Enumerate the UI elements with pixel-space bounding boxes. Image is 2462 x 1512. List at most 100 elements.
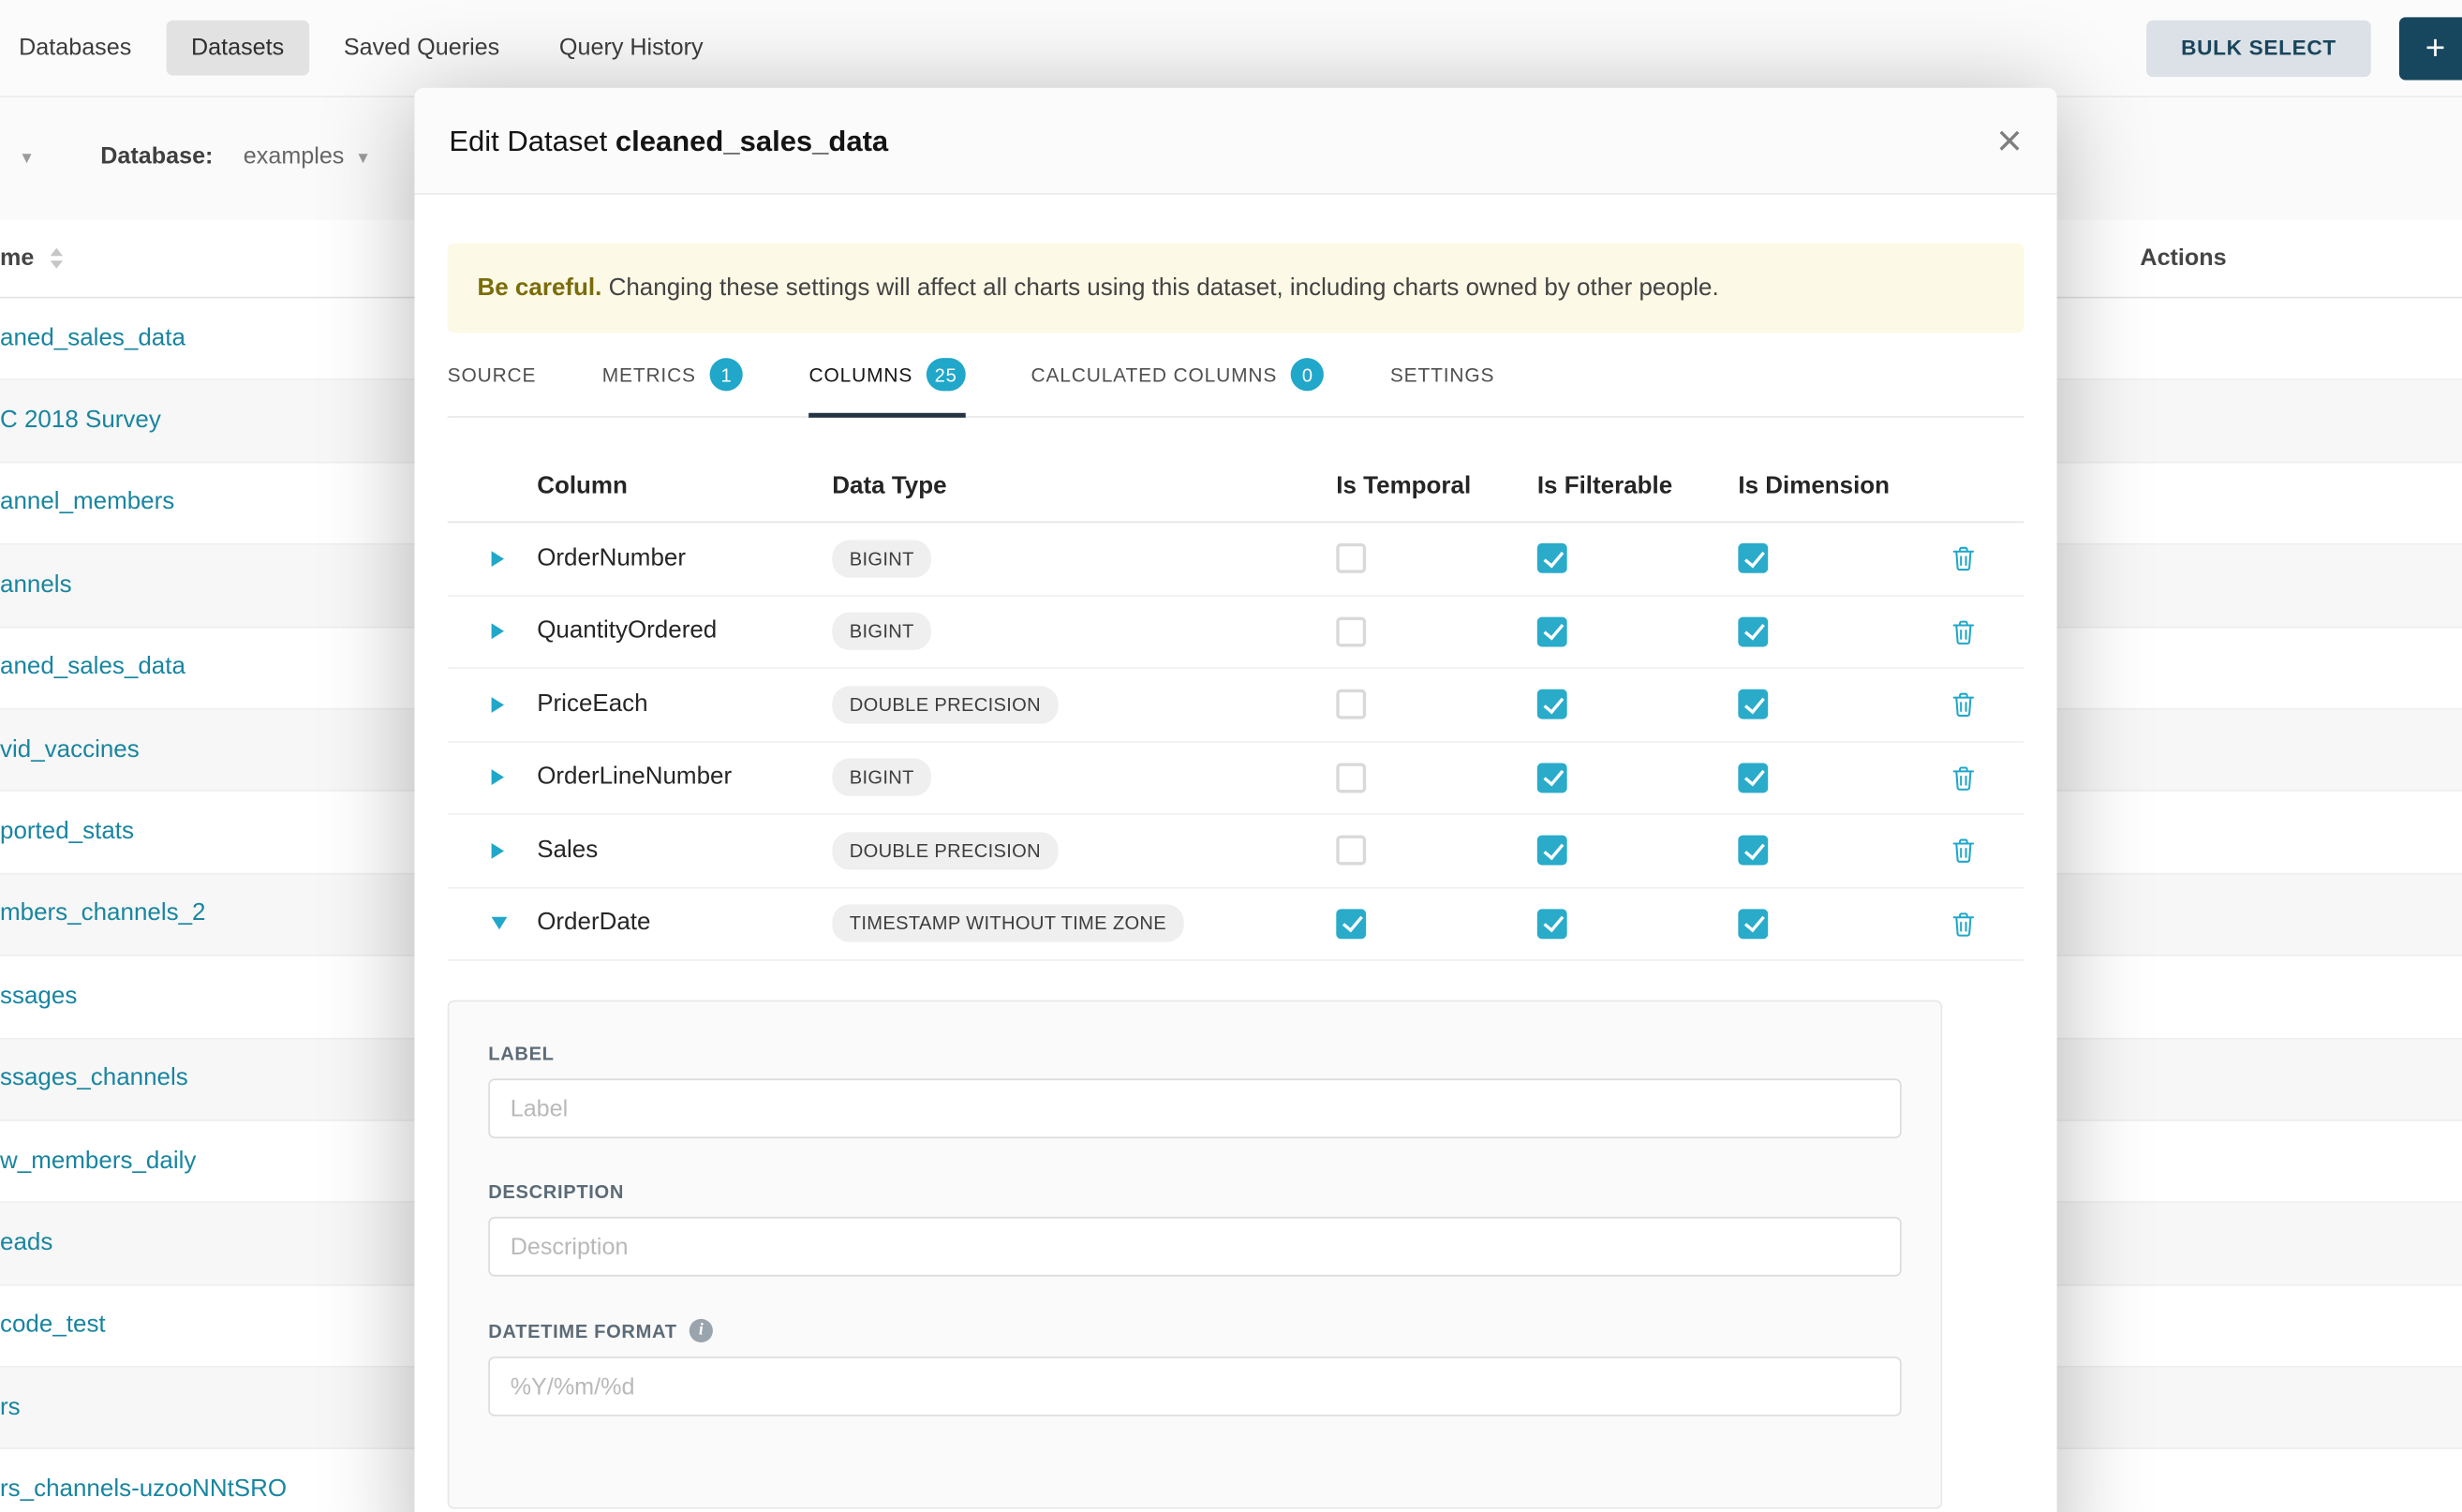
column-name: PriceEach xyxy=(537,690,832,719)
delete-column-icon[interactable] xyxy=(1951,618,1975,645)
is-temporal-checkbox[interactable] xyxy=(1336,616,1366,646)
datetime-format-input[interactable] xyxy=(488,1356,1901,1416)
dataset-link[interactable]: code_test xyxy=(0,1312,106,1340)
is-temporal-checkbox[interactable] xyxy=(1336,763,1366,793)
is-dimension-checkbox-cell xyxy=(1738,616,1939,646)
column-editor-panel: LABEL DESCRIPTION DATETIME FORMAT i xyxy=(448,1001,1943,1509)
caret-cell xyxy=(448,624,538,640)
expand-caret-icon[interactable] xyxy=(492,843,504,859)
dataset-link[interactable]: aned_sales_data xyxy=(0,654,185,682)
caret-cell xyxy=(448,770,538,786)
dataset-link[interactable]: ported_stats xyxy=(0,818,134,846)
dataset-link[interactable]: eads xyxy=(0,1229,52,1257)
delete-column-icon[interactable] xyxy=(1951,764,1975,791)
column-row-quantityordered: QuantityOrderedBIGINT xyxy=(448,596,2024,669)
database-filter-select[interactable]: examples ▾ xyxy=(244,143,368,170)
name-column-header[interactable]: me xyxy=(0,245,34,271)
dataset-link[interactable]: w_members_daily xyxy=(0,1147,196,1175)
dataset-link[interactable]: ssages xyxy=(0,983,77,1011)
modal-tab-calculated-columns[interactable]: CALCULATED COLUMNS0 xyxy=(1031,333,1324,416)
is-temporal-checkbox-cell xyxy=(1336,909,1537,939)
dataset-link[interactable]: annel_members xyxy=(0,489,174,517)
is-dimension-checkbox[interactable] xyxy=(1738,763,1768,793)
modal-tab-columns[interactable]: COLUMNS 25 xyxy=(809,333,966,416)
nav-tab-query-history[interactable]: Query History xyxy=(534,21,728,76)
dataset-link[interactable]: aned_sales_data xyxy=(0,324,185,352)
expand-caret-icon[interactable] xyxy=(492,624,504,640)
modal-title-prefix: Edit Dataset xyxy=(449,124,607,156)
is-filterable-checkbox-cell xyxy=(1537,763,1739,793)
datetime-format-field-label: DATETIME FORMAT i xyxy=(488,1319,1901,1342)
caret-cell xyxy=(448,917,538,929)
expand-caret-icon[interactable] xyxy=(492,770,504,786)
info-icon[interactable]: i xyxy=(690,1319,713,1342)
column-row-orderdate: OrderDateTIMESTAMP WITHOUT TIME ZONE xyxy=(448,888,2024,961)
expand-caret-icon[interactable] xyxy=(492,551,504,567)
dataset-link[interactable]: annels xyxy=(0,571,72,600)
modal-tab-metrics[interactable]: METRICS1 xyxy=(602,333,743,416)
column-row-sales: SalesDOUBLE PRECISION xyxy=(448,815,2024,888)
bulk-select-button[interactable]: BULK SELECT xyxy=(2146,20,2371,76)
tab-label: COLUMNS xyxy=(809,363,913,385)
nav-tabs: DatabasesDatasetsSaved QueriesQuery Hist… xyxy=(19,21,737,76)
is-filterable-checkbox-cell xyxy=(1537,909,1739,939)
data-type-pill: DOUBLE PRECISION xyxy=(832,832,1058,869)
is-dimension-checkbox[interactable] xyxy=(1738,616,1768,646)
sort-icon[interactable] xyxy=(50,248,62,269)
is-dimension-checkbox[interactable] xyxy=(1738,689,1768,719)
is-temporal-checkbox[interactable] xyxy=(1336,909,1366,939)
expand-caret-icon[interactable] xyxy=(492,697,504,713)
is-dimension-checkbox[interactable] xyxy=(1738,836,1768,866)
data-type-cell: BIGINT xyxy=(832,540,1336,577)
row-actions-cell xyxy=(1939,838,2024,864)
label-input[interactable] xyxy=(488,1078,1901,1138)
modal-tab-settings[interactable]: SETTINGS xyxy=(1390,333,1494,416)
add-dataset-button[interactable]: + xyxy=(2399,17,2462,80)
is-filterable-checkbox[interactable] xyxy=(1537,543,1567,573)
modal-body: Be careful. Changing these settings will… xyxy=(414,244,2056,1509)
delete-column-icon[interactable] xyxy=(1951,838,1975,864)
nav-tab-databases[interactable]: Databases xyxy=(0,21,156,76)
dataset-link[interactable]: C 2018 Survey xyxy=(0,407,161,435)
is-dimension-checkbox[interactable] xyxy=(1738,543,1768,573)
close-icon[interactable]: × xyxy=(1996,119,2022,163)
is-dimension-checkbox[interactable] xyxy=(1738,909,1768,939)
column-row-orderlinenumber: OrderLineNumberBIGINT xyxy=(448,742,2024,815)
is-temporal-checkbox[interactable] xyxy=(1336,689,1366,719)
delete-column-icon[interactable] xyxy=(1951,545,1975,571)
tab-count-badge: 25 xyxy=(927,358,965,391)
delete-column-icon[interactable] xyxy=(1951,911,1975,937)
datetime-format-label-text: DATETIME FORMAT xyxy=(488,1320,676,1342)
tab-label: METRICS xyxy=(602,363,696,385)
row-actions-cell xyxy=(1939,764,2024,791)
data-type-cell: DOUBLE PRECISION xyxy=(832,686,1336,723)
modal-tab-source[interactable]: SOURCE xyxy=(448,333,537,416)
dataset-link[interactable]: rs xyxy=(0,1394,21,1422)
columns-table-header: ColumnData TypeIs TemporalIs FilterableI… xyxy=(448,418,2024,523)
is-filterable-checkbox[interactable] xyxy=(1537,689,1567,719)
column-name: OrderLineNumber xyxy=(537,763,832,792)
nav-tab-saved-queries[interactable]: Saved Queries xyxy=(319,21,525,76)
dataset-link[interactable]: rs_channels-uzooNNtSRO xyxy=(0,1476,287,1505)
is-dimension-checkbox-cell xyxy=(1738,763,1939,793)
nav-tab-datasets[interactable]: Datasets xyxy=(166,21,309,76)
description-input[interactable] xyxy=(488,1217,1901,1277)
delete-column-icon[interactable] xyxy=(1951,691,1975,718)
data-type-cell: DOUBLE PRECISION xyxy=(832,832,1336,869)
data-type-pill: DOUBLE PRECISION xyxy=(832,686,1058,723)
is-filterable-checkbox[interactable] xyxy=(1537,836,1567,866)
is-temporal-checkbox[interactable] xyxy=(1336,543,1366,573)
label-field: LABEL xyxy=(488,1043,1901,1138)
is-filterable-checkbox[interactable] xyxy=(1537,763,1567,793)
is-filterable-checkbox[interactable] xyxy=(1537,616,1567,646)
column-name: Sales xyxy=(537,837,832,865)
column-header-is-temporal: Is Temporal xyxy=(1336,472,1537,500)
is-filterable-checkbox[interactable] xyxy=(1537,909,1567,939)
dataset-link[interactable]: ssages_channels xyxy=(0,1065,188,1093)
collapse-caret-icon[interactable] xyxy=(492,917,508,929)
is-temporal-checkbox[interactable] xyxy=(1336,836,1366,866)
dataset-link[interactable]: vid_vaccines xyxy=(0,735,140,763)
dataset-link[interactable]: mbers_channels_2 xyxy=(0,900,206,928)
chevron-down-icon[interactable]: ▾ xyxy=(22,146,31,168)
is-temporal-checkbox-cell xyxy=(1336,836,1537,866)
